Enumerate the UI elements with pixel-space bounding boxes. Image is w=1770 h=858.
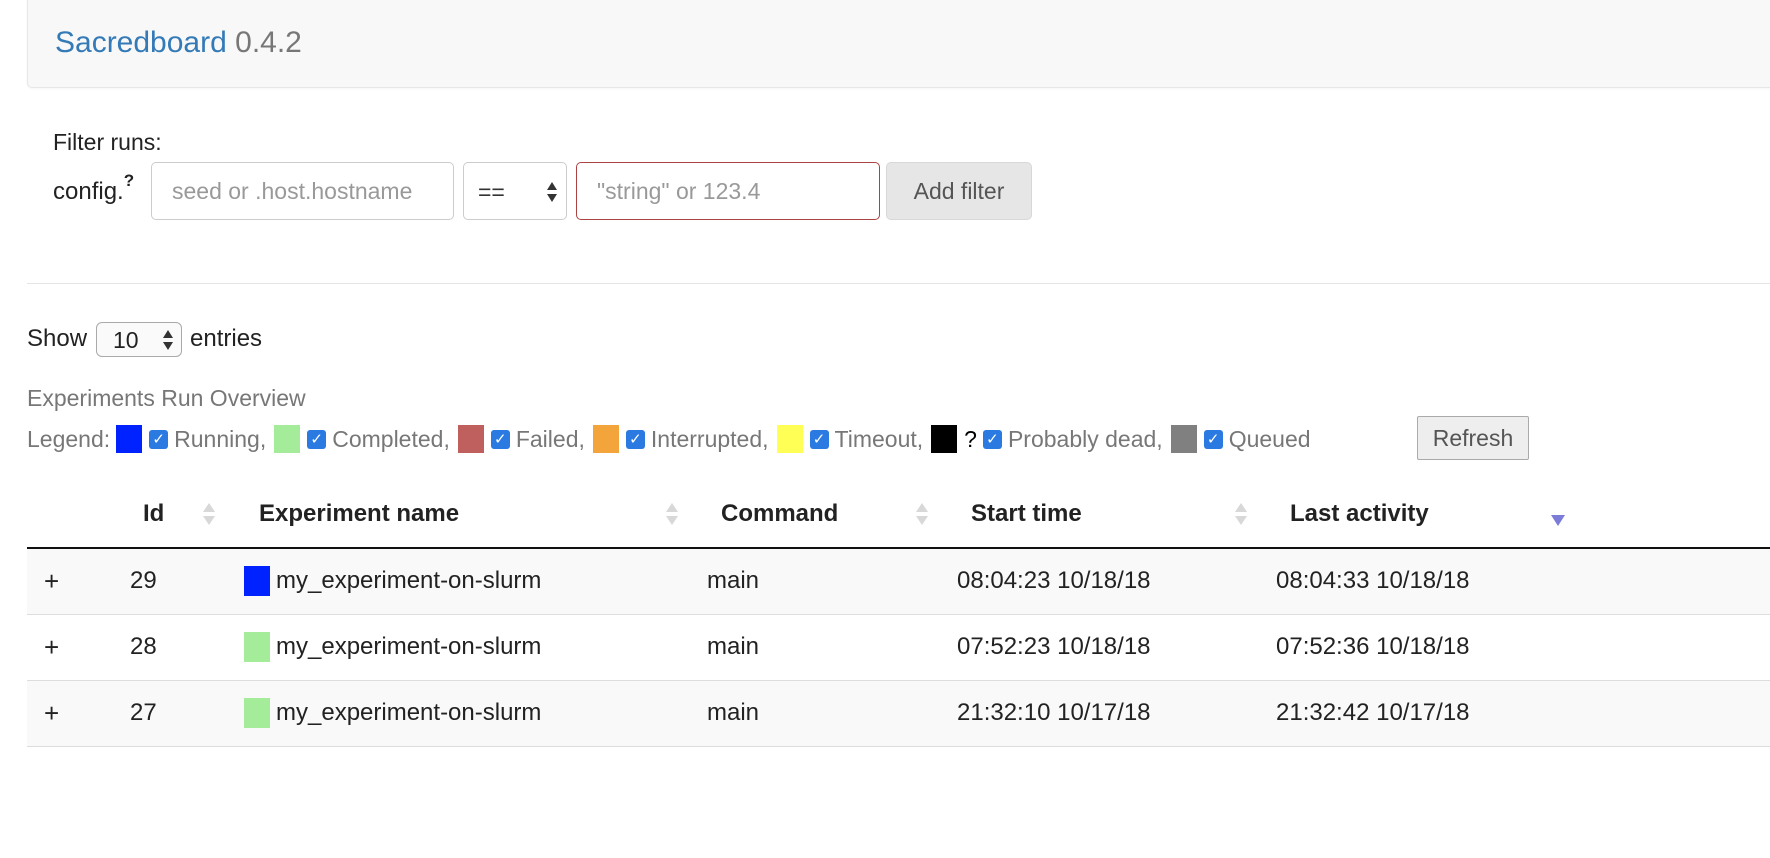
legend-checkbox-timeout[interactable]: ✓ (809, 429, 829, 449)
table-row[interactable]: + 27 my_experiment-on-slurm main 21:32:1… (27, 680, 1770, 747)
column-header-start-time[interactable]: Start time (954, 478, 1273, 549)
filter-value-input[interactable] (576, 162, 880, 220)
column-header-last-activity[interactable]: Last activity (1273, 478, 1770, 549)
run-command: main (707, 633, 760, 660)
legend-checkbox-completed[interactable]: ✓ (307, 429, 327, 449)
expand-row-button[interactable]: + (27, 698, 59, 728)
overview-title: Experiments Run Overview (27, 385, 306, 411)
app-version: 0.4.2 (235, 26, 302, 59)
run-command: main (707, 699, 760, 726)
legend-swatch-probably-dead (931, 425, 958, 453)
run-command: main (707, 567, 760, 595)
legend-swatch-queued (1170, 425, 1197, 453)
add-filter-button[interactable]: Add filter (886, 162, 1032, 220)
run-start-time: 21:32:10 10/17/18 (957, 699, 1151, 726)
run-status-indicator (244, 698, 270, 728)
sort-icon (1235, 501, 1247, 527)
experiment-name: my_experiment-on-slurm (276, 633, 542, 660)
column-header-command-label: Command (721, 500, 839, 527)
sort-descending-icon (1551, 515, 1565, 526)
column-header-start-time-label: Start time (971, 500, 1082, 527)
entries-label: entries (190, 325, 263, 352)
legend-label-timeout: Timeout, (834, 425, 924, 452)
config-prefix-label: config.? (53, 171, 134, 206)
legend-swatch-completed (274, 425, 301, 453)
table-row[interactable]: + 29 my_experiment-on-slurm main 08:04:2… (27, 548, 1770, 615)
expand-row-button[interactable]: + (27, 566, 59, 596)
select-arrows-icon (163, 328, 173, 352)
run-start-time: 07:52:23 10/18/18 (957, 633, 1151, 660)
experiment-name: my_experiment-on-slurm (276, 567, 542, 595)
run-last-activity: 07:52:36 10/18/18 (1276, 633, 1470, 660)
run-id: 27 (130, 699, 157, 726)
filter-key-input[interactable] (151, 162, 454, 220)
legend-label-failed: Failed, (515, 425, 585, 452)
config-help-icon[interactable]: ? (124, 171, 134, 190)
sort-icon (203, 501, 215, 527)
brand[interactable]: Sacredboard 0.4.2 (55, 26, 302, 60)
sort-icon (666, 501, 678, 527)
legend-title: Legend: (27, 425, 111, 452)
run-last-activity: 08:04:33 10/18/18 (1276, 567, 1470, 595)
entries-per-page-select[interactable]: 10 (96, 322, 182, 357)
run-last-activity: 21:32:42 10/17/18 (1276, 699, 1470, 726)
column-header-experiment-name-label: Experiment name (259, 500, 460, 527)
run-id: 29 (130, 567, 157, 595)
legend-checkbox-running[interactable]: ✓ (149, 429, 169, 449)
show-label: Show (27, 325, 88, 352)
column-header-last-activity-label: Last activity (1290, 500, 1429, 527)
sort-icon (916, 501, 928, 527)
navbar: Sacredboard 0.4.2 (27, 0, 1770, 88)
legend-checkbox-probably-dead[interactable]: ✓ (982, 429, 1002, 449)
column-expand (27, 478, 115, 549)
legend-swatch-timeout (776, 425, 803, 453)
legend-label-completed: Completed, (332, 425, 450, 452)
config-prefix-text: config. (53, 178, 124, 205)
legend-checkbox-interrupted[interactable]: ✓ (625, 429, 645, 449)
runs-table: Id Experiment name Command Start time La… (27, 478, 1770, 747)
filter-title: Filter runs: (53, 129, 162, 155)
legend-unknown-marker: ? (964, 425, 977, 452)
expand-row-button[interactable]: + (27, 632, 59, 662)
legend-swatch-interrupted (592, 425, 619, 453)
select-arrows-icon (547, 180, 557, 204)
legend-label-interrupted: Interrupted, (650, 425, 769, 452)
legend-swatch-running (116, 425, 143, 453)
legend-checkbox-queued[interactable]: ✓ (1203, 429, 1223, 449)
legend-checkbox-failed[interactable]: ✓ (490, 429, 510, 449)
status-legend: Legend: ✓ Running, ✓ Completed, ✓ Failed… (27, 422, 1319, 456)
column-header-id-label: Id (143, 500, 165, 527)
entries-per-page-value: 10 (113, 327, 139, 353)
column-header-command[interactable]: Command (704, 478, 954, 549)
filter-operator-select[interactable]: == (463, 162, 567, 220)
table-header-row: Id Experiment name Command Start time La… (27, 478, 1770, 549)
legend-label-probably-dead: Probably dead, (1007, 425, 1163, 452)
filter-operator-value: == (478, 179, 505, 205)
run-status-indicator (244, 632, 270, 662)
legend-label-running: Running, (174, 425, 267, 452)
section-divider (27, 283, 1770, 284)
run-status-indicator (244, 566, 270, 597)
refresh-button[interactable]: Refresh (1417, 416, 1529, 460)
column-header-id[interactable]: Id (115, 478, 241, 549)
run-id: 28 (130, 633, 157, 660)
run-start-time: 08:04:23 10/18/18 (957, 567, 1151, 595)
brand-name[interactable]: Sacredboard (55, 26, 227, 59)
experiment-name: my_experiment-on-slurm (276, 699, 542, 726)
column-header-experiment-name[interactable]: Experiment name (241, 478, 704, 549)
legend-label-queued: Queued (1228, 425, 1311, 452)
legend-swatch-failed (457, 425, 484, 453)
table-row[interactable]: + 28 my_experiment-on-slurm main 07:52:2… (27, 614, 1770, 681)
